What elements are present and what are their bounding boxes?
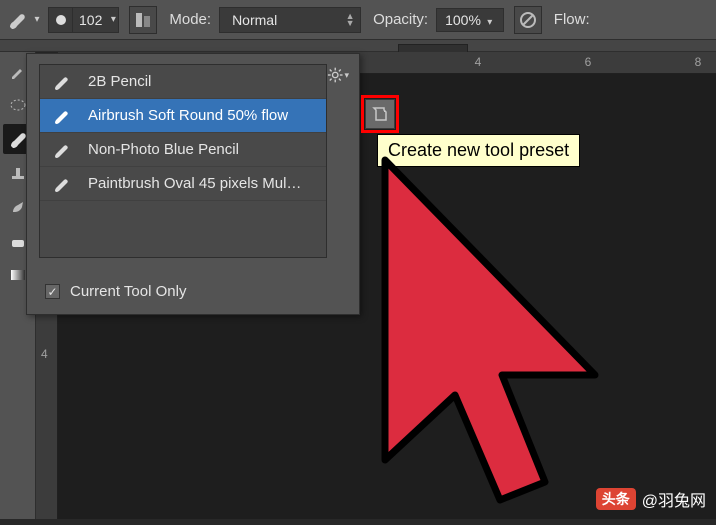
brush-preset-chevron-icon[interactable]: ▾ [32, 15, 42, 25]
thin-bar [0, 40, 716, 52]
brush-panel-toggle-button[interactable] [129, 6, 157, 34]
preset-label: 2B Pencil [88, 73, 151, 90]
preset-label: Non-Photo Blue Pencil [88, 141, 239, 158]
opacity-field[interactable]: 100% ▾ [436, 8, 504, 32]
ruler-tick: 4 [475, 55, 482, 69]
tool-preset-panel: ▾ 2B Pencil Airbrush Soft Round 50% flow… [26, 53, 360, 315]
brush-icon [50, 107, 74, 125]
brush-size-field[interactable]: 102 ▾ [48, 7, 119, 33]
chevron-down-icon[interactable]: ▾ [108, 15, 118, 25]
watermark-badge: 头条 [596, 488, 636, 510]
options-bar: ▾ 102 ▾ Mode: Normal ▲▼ Opacity: 100% ▾ … [0, 0, 716, 40]
preset-list[interactable]: 2B Pencil Airbrush Soft Round 50% flow N… [39, 64, 327, 258]
preset-item[interactable]: Paintbrush Oval 45 pixels Mul… [40, 167, 326, 201]
watermark: 头条 @羽兔网 [596, 487, 706, 511]
ruler-tick: 6 [585, 55, 592, 69]
check-icon: ✓ [45, 284, 60, 299]
mode-label: Mode: [169, 11, 211, 28]
preset-item[interactable]: Non-Photo Blue Pencil [40, 133, 326, 167]
preset-item[interactable]: Airbrush Soft Round 50% flow [40, 99, 326, 133]
blend-mode-value: Normal [220, 12, 340, 28]
watermark-text: @羽兔网 [642, 487, 706, 511]
tooltip: Create new tool preset [377, 134, 580, 167]
ruler-tick: 8 [695, 55, 702, 69]
brush-icon [50, 175, 74, 193]
blend-mode-select[interactable]: Normal ▲▼ [219, 7, 361, 33]
stepper-icon: ▲▼ [340, 13, 360, 27]
preset-label: Airbrush Soft Round 50% flow [88, 107, 288, 124]
create-new-preset-button[interactable] [365, 99, 395, 129]
ruler-tick: 4 [41, 347, 48, 361]
brush-size-value[interactable]: 102 [73, 9, 108, 31]
opacity-label: Opacity: [373, 11, 428, 28]
pressure-opacity-button[interactable] [514, 6, 542, 34]
panel-menu-button[interactable]: ▾ [327, 64, 349, 86]
current-tool-only-label: Current Tool Only [70, 283, 186, 300]
current-tool-only-checkbox[interactable]: ✓ Current Tool Only [45, 283, 186, 300]
opacity-value: 100% [445, 12, 481, 28]
chevron-down-icon[interactable]: ▾ [485, 17, 495, 27]
flow-label: Flow: [554, 11, 590, 28]
brush-icon [50, 73, 74, 91]
brush-icon [50, 141, 74, 159]
brush-dot-icon [49, 8, 73, 32]
brush-icon[interactable] [6, 9, 28, 31]
highlight-ring [361, 95, 399, 133]
preset-item[interactable]: 2B Pencil [40, 65, 326, 99]
preset-label: Paintbrush Oval 45 pixels Mul… [88, 175, 301, 192]
